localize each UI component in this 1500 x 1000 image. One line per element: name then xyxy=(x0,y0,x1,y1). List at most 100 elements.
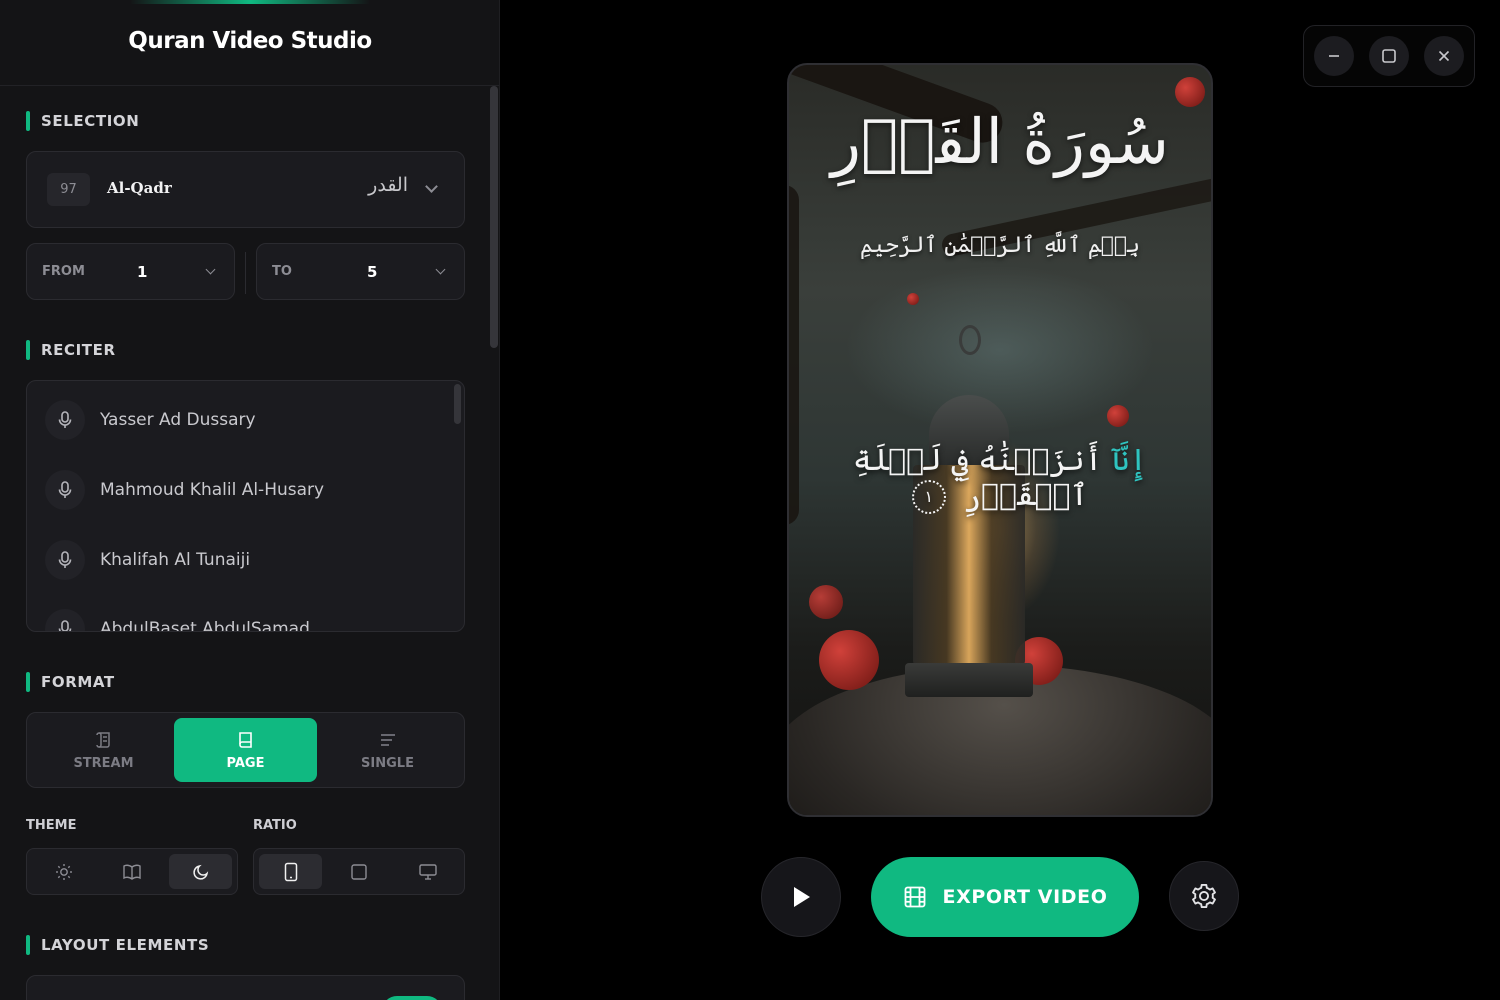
theme-selector xyxy=(26,848,238,895)
list-item[interactable]: Khalifah Al Tunaiji xyxy=(45,540,250,580)
microphone-icon xyxy=(45,609,85,631)
play-button[interactable] xyxy=(761,857,841,937)
lines-icon xyxy=(380,733,395,746)
play-icon xyxy=(794,887,810,907)
title-divider xyxy=(0,85,499,86)
surah-number-badge: 97 xyxy=(47,173,90,206)
section-reciter: RECITER xyxy=(26,340,116,360)
surah-select[interactable]: 97 Al-Qadr القدر xyxy=(26,151,465,228)
sun-icon xyxy=(55,863,72,880)
settings-button[interactable] xyxy=(1169,861,1239,931)
to-ayah-select[interactable]: TO 5 xyxy=(256,243,465,300)
list-item[interactable]: AbdulBaset AbdulSamad xyxy=(45,609,310,632)
close-icon xyxy=(1438,50,1450,62)
microphone-icon xyxy=(45,470,85,510)
apple xyxy=(809,585,843,619)
section-format-label: FORMAT xyxy=(41,673,115,691)
sidebar-scrollbar[interactable] xyxy=(490,86,498,348)
microphone-icon xyxy=(45,540,85,580)
ratio-selector xyxy=(253,848,465,895)
format-page-button[interactable]: PAGE xyxy=(174,718,317,782)
book-icon xyxy=(238,731,252,748)
section-format: FORMAT xyxy=(26,672,115,692)
app-title: Quran Video Studio xyxy=(128,28,372,54)
minimize-button[interactable] xyxy=(1314,36,1354,76)
apple xyxy=(1107,405,1129,427)
list-item[interactable]: Yasser Ad Dussary xyxy=(45,400,256,440)
gear-icon xyxy=(1192,883,1216,909)
section-reciter-label: RECITER xyxy=(41,341,116,359)
export-video-button[interactable]: EXPORT VIDEO xyxy=(871,857,1139,937)
ratio-portrait-button[interactable] xyxy=(259,854,322,889)
apple xyxy=(907,293,919,305)
format-stream-label: STREAM xyxy=(73,755,134,771)
theme-dark-button[interactable] xyxy=(169,854,232,889)
ayah-number-marker: ١ xyxy=(911,480,946,514)
reciter-name: AbdulBaset AbdulSamad xyxy=(100,619,310,632)
format-single-label: SINGLE xyxy=(361,755,414,771)
top-glow-accent xyxy=(130,0,370,4)
format-selector: STREAM PAGE SINGLE xyxy=(26,712,465,788)
chevron-down-icon xyxy=(205,264,216,275)
surah-arabic-name: القدر xyxy=(368,174,408,196)
film-icon xyxy=(904,886,925,908)
from-ayah-select[interactable]: FROM 1 xyxy=(26,243,235,300)
sidebar: Quran Video Studio SELECTION 97 Al-Qadr … xyxy=(0,0,500,1000)
format-stream-button[interactable]: STREAM xyxy=(32,718,175,782)
range-divider xyxy=(245,252,246,294)
list-item[interactable]: Mahmoud Khalil Al-Husary xyxy=(45,470,324,510)
section-accent-bar xyxy=(26,672,30,692)
ayah-text: إِنَّآ أَنزَلۡنَٰهُ فِي لَيۡلَةِ ٱلۡقَدۡ… xyxy=(789,443,1211,514)
to-value: 5 xyxy=(367,263,378,281)
apple xyxy=(1175,77,1205,107)
format-single-button[interactable]: SINGLE xyxy=(316,718,459,782)
close-button[interactable] xyxy=(1424,36,1464,76)
lantern xyxy=(899,325,1039,705)
to-label: TO xyxy=(272,264,292,279)
scroll-icon xyxy=(95,731,110,748)
from-value: 1 xyxy=(137,263,148,281)
format-page-label: PAGE xyxy=(226,755,265,771)
ayah-highlighted-word: إِنَّآ xyxy=(1111,443,1147,478)
chevron-down-icon xyxy=(435,264,446,275)
square-icon xyxy=(350,863,367,880)
phone-icon xyxy=(284,862,297,881)
theme-light-button[interactable] xyxy=(32,854,95,889)
section-layout: LAYOUT ELEMENTS xyxy=(26,935,209,955)
from-label: FROM xyxy=(42,264,85,279)
ayah-rest-text: أَنزَلۡنَٰهُ فِي لَيۡلَةِ ٱلۡقَدۡرِ xyxy=(853,443,1103,513)
minimize-icon xyxy=(1329,55,1339,57)
section-layout-label: LAYOUT ELEMENTS xyxy=(41,936,210,954)
ratio-label: RATIO xyxy=(253,818,297,833)
section-accent-bar xyxy=(26,111,30,131)
lantern-base xyxy=(905,663,1033,697)
section-accent-bar xyxy=(26,340,30,360)
reciter-name: Yasser Ad Dussary xyxy=(100,410,256,430)
app-window: Quran Video Studio SELECTION 97 Al-Qadr … xyxy=(0,0,1500,1000)
reciter-name: Mahmoud Khalil Al-Husary xyxy=(100,480,325,500)
section-selection-label: SELECTION xyxy=(41,112,140,130)
layout-toggle-switch[interactable] xyxy=(382,996,442,1000)
reciter-list-scrollbar[interactable] xyxy=(454,384,461,424)
ratio-landscape-button[interactable] xyxy=(396,854,459,889)
reciter-name: Khalifah Al Tunaiji xyxy=(100,550,251,570)
layout-element-row xyxy=(26,975,465,1000)
export-video-label: EXPORT VIDEO xyxy=(942,886,1108,908)
chevron-down-icon xyxy=(425,180,438,193)
maximize-icon xyxy=(1382,49,1396,63)
theme-label: THEME xyxy=(26,818,77,833)
reciter-list: Yasser Ad Dussary Mahmoud Khalil Al-Husa… xyxy=(26,380,465,632)
apple xyxy=(819,630,879,690)
lantern-ring xyxy=(959,325,981,355)
ratio-square-button[interactable] xyxy=(327,854,390,889)
basmala-text: بِسۡمِ ٱللَّهِ ٱلرَّحۡمَٰنِ ٱلرَّحِيمِ xyxy=(859,233,1141,258)
maximize-button[interactable] xyxy=(1369,36,1409,76)
video-preview: سُورَةُ القَدۡرِ بِسۡمِ ٱللَّهِ ٱلرَّحۡم… xyxy=(787,63,1213,817)
theme-sepia-button[interactable] xyxy=(100,854,163,889)
surah-title-calligraphy: سُورَةُ القَدۡرِ xyxy=(831,105,1169,178)
open-book-icon xyxy=(122,864,141,880)
window-controls xyxy=(1303,25,1475,87)
monitor-icon xyxy=(418,863,437,880)
moon-icon xyxy=(192,864,208,880)
section-accent-bar xyxy=(26,935,30,955)
